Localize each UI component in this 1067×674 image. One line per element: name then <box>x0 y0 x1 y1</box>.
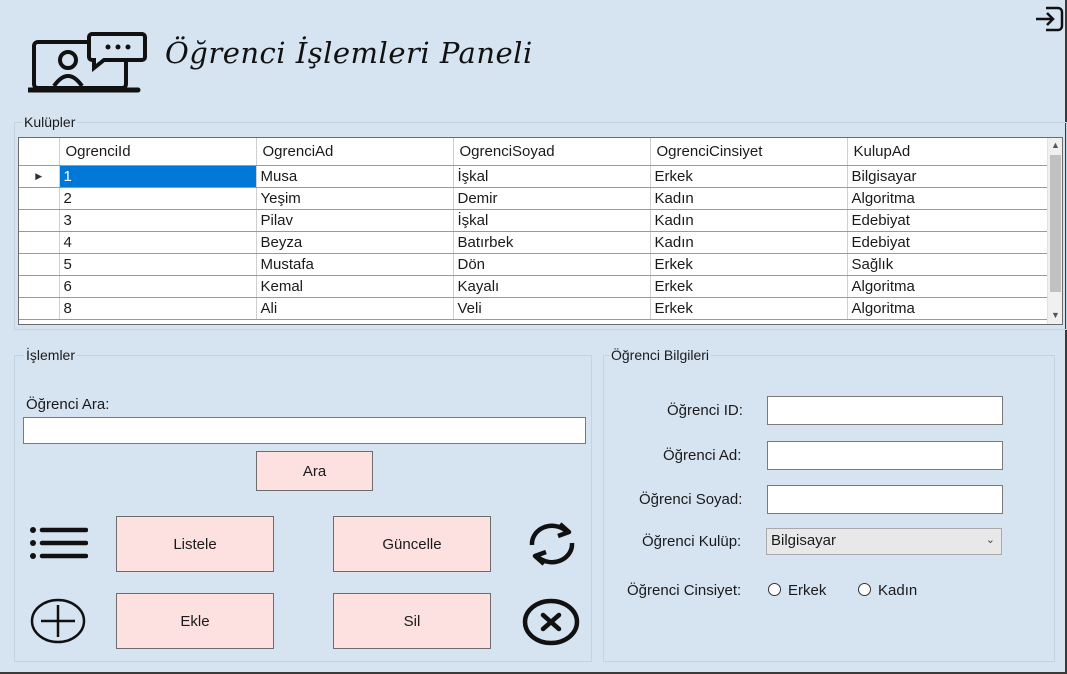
table-row[interactable]: 4 Beyza Batırbek Kadın Edebiyat <box>19 231 1048 254</box>
table-row[interactable]: ▶ 1 Musa İşkal Erkek Bilgisayar <box>19 165 1048 188</box>
student-club-value: Bilgisayar <box>771 532 837 549</box>
student-surname-field[interactable] <box>767 485 1003 514</box>
table-row[interactable]: 6 Kemal Kayalı Erkek Algoritma <box>19 275 1048 298</box>
column-header[interactable]: OgrenciAd <box>256 138 454 166</box>
table-cell[interactable]: Sağlık <box>847 253 1048 276</box>
scroll-down-icon[interactable]: ▼ <box>1048 308 1062 323</box>
student-gender-label: Öğrenci Cinsiyet: <box>627 582 742 599</box>
column-header[interactable]: KulupAd <box>847 138 1048 166</box>
gender-option-erkek[interactable]: Erkek <box>788 582 826 599</box>
table-cell[interactable]: Mustafa <box>256 253 454 276</box>
delete-button[interactable]: Sil <box>333 593 491 649</box>
scroll-thumb[interactable] <box>1050 155 1061 292</box>
column-header[interactable]: OgrenciCinsiyet <box>650 138 848 166</box>
table-cell[interactable]: Kadın <box>650 209 848 232</box>
table-cell[interactable]: Algoritma <box>847 275 1048 298</box>
table-cell[interactable]: Yeşim <box>256 187 454 210</box>
main-window: Öğrenci İşlemleri Paneli Kulüpler Ogrenc… <box>0 0 1067 674</box>
table-cell[interactable]: İşkal <box>453 209 651 232</box>
table-row[interactable]: 5 Mustafa Dön Erkek Sağlık <box>19 253 1048 276</box>
table-cell[interactable]: 6 <box>59 275 257 298</box>
table-cell[interactable]: Musa <box>256 165 454 188</box>
students-grid[interactable]: OgrenciId OgrenciAd OgrenciSoyad Ogrenci… <box>18 137 1063 325</box>
student-name-label: Öğrenci Ad: <box>663 447 742 464</box>
table-cell[interactable]: İşkal <box>453 165 651 188</box>
table-cell[interactable]: Demir <box>453 187 651 210</box>
presentation-user-icon <box>28 32 147 93</box>
scroll-up-icon[interactable]: ▲ <box>1048 138 1062 153</box>
row-header[interactable] <box>19 187 60 210</box>
gender-radio-kadin[interactable] <box>858 583 871 596</box>
clubs-group-label: Kulüpler <box>22 114 78 130</box>
table-cell[interactable]: Algoritma <box>847 187 1048 210</box>
table-cell[interactable]: Edebiyat <box>847 209 1048 232</box>
table-cell[interactable]: Edebiyat <box>847 231 1048 254</box>
table-cell[interactable]: Batırbek <box>453 231 651 254</box>
update-button[interactable]: Güncelle <box>333 516 491 572</box>
refresh-icon[interactable] <box>526 521 578 567</box>
list-icon[interactable] <box>28 526 88 562</box>
table-cell[interactable]: Erkek <box>650 275 848 298</box>
row-header[interactable]: ▶ <box>19 165 60 188</box>
gender-option-kadin[interactable]: Kadın <box>878 582 917 599</box>
table-cell[interactable]: Beyza <box>256 231 454 254</box>
row-header[interactable] <box>19 297 60 320</box>
student-id-label: Öğrenci ID: <box>667 402 743 419</box>
student-name-field[interactable] <box>767 441 1003 470</box>
list-button[interactable]: Listele <box>116 516 274 572</box>
delete-circle-icon[interactable] <box>522 598 580 646</box>
table-row[interactable]: 3 Pilav İşkal Kadın Edebiyat <box>19 209 1048 232</box>
table-row[interactable]: 2 Yeşim Demir Kadın Algoritma <box>19 187 1048 210</box>
table-cell[interactable]: Kayalı <box>453 275 651 298</box>
add-circle-icon[interactable] <box>29 597 87 645</box>
student-club-label: Öğrenci Kulüp: <box>642 533 742 550</box>
table-cell[interactable]: Kadın <box>650 187 848 210</box>
student-club-select[interactable]: Bilgisayar ⌄ <box>766 528 1002 555</box>
column-header[interactable]: OgrenciId <box>59 138 257 166</box>
chevron-down-icon[interactable]: ⌄ <box>986 533 995 546</box>
student-info-group-label: Öğrenci Bilgileri <box>609 347 712 363</box>
table-cell[interactable]: 3 <box>59 209 257 232</box>
student-surname-label: Öğrenci Soyad: <box>639 491 743 508</box>
grid-header-row: OgrenciId OgrenciAd OgrenciSoyad Ogrenci… <box>19 138 1048 166</box>
table-cell[interactable]: Ali <box>256 297 454 320</box>
add-button[interactable]: Ekle <box>116 593 274 649</box>
row-header[interactable] <box>19 231 60 254</box>
row-header[interactable] <box>19 275 60 298</box>
table-cell[interactable]: 1 <box>59 165 257 188</box>
table-cell[interactable]: 2 <box>59 187 257 210</box>
student-id-field[interactable] <box>767 396 1003 425</box>
table-cell[interactable]: Pilav <box>256 209 454 232</box>
column-header[interactable]: OgrenciSoyad <box>453 138 651 166</box>
table-cell[interactable]: Kemal <box>256 275 454 298</box>
table-cell[interactable]: 8 <box>59 297 257 320</box>
search-button[interactable]: Ara <box>256 451 373 491</box>
row-header-corner <box>19 138 60 166</box>
logout-icon[interactable] <box>1034 6 1064 32</box>
search-label: Öğrenci Ara: <box>26 396 110 413</box>
table-cell[interactable]: Algoritma <box>847 297 1048 320</box>
operations-group-label: İşlemler <box>24 347 78 363</box>
table-cell[interactable]: 5 <box>59 253 257 276</box>
table-cell[interactable]: Veli <box>453 297 651 320</box>
search-input[interactable] <box>23 417 586 444</box>
table-cell[interactable]: Kadın <box>650 231 848 254</box>
row-header[interactable] <box>19 209 60 232</box>
table-cell[interactable]: Bilgisayar <box>847 165 1048 188</box>
gender-radio-erkek[interactable] <box>768 583 781 596</box>
table-cell[interactable]: Dön <box>453 253 651 276</box>
row-header[interactable] <box>19 253 60 276</box>
table-cell[interactable]: Erkek <box>650 253 848 276</box>
page-title: Öğrenci İşlemleri Paneli <box>165 36 533 70</box>
table-cell[interactable]: Erkek <box>650 165 848 188</box>
table-row[interactable]: 8 Ali Veli Erkek Algoritma <box>19 297 1048 320</box>
grid-scrollbar[interactable]: ▲ ▼ <box>1047 138 1062 324</box>
table-cell[interactable]: Erkek <box>650 297 848 320</box>
table-cell[interactable]: 4 <box>59 231 257 254</box>
